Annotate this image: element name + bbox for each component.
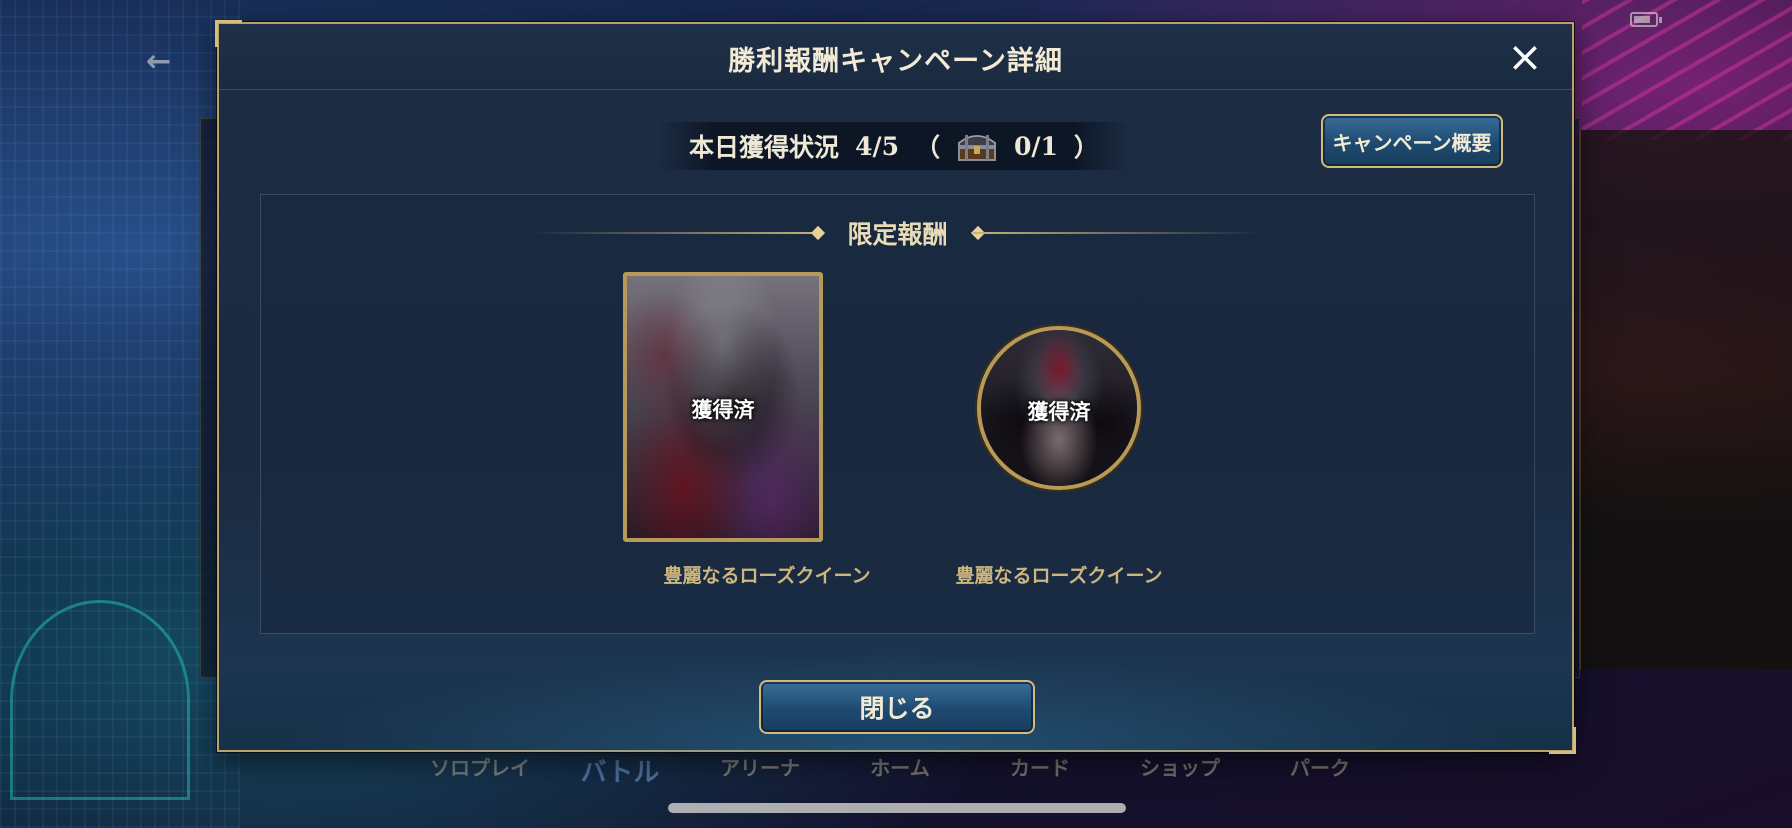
background-side-panel <box>1580 130 1792 670</box>
campaign-overview-button[interactable]: キャンペーン概要 <box>1321 114 1503 168</box>
status-paren-open: （ <box>914 133 940 162</box>
reward-emblem-rose-queen[interactable]: 獲得済 <box>977 326 1141 490</box>
nav-park: パーク <box>1290 756 1350 780</box>
nav-solo-play: ソロプレイ <box>430 756 530 780</box>
acquired-badge: 獲得済 <box>1027 399 1091 424</box>
campaign-detail-dialog: 勝利報酬キャンペーン詳細 × 本日獲得状況 4/5 （ 0/1 ） キャンペーン… <box>215 20 1576 754</box>
nav-battle: バトル <box>580 758 660 788</box>
nav-shop: ショップ <box>1140 756 1220 780</box>
section-heading: 限定報酬 <box>847 220 948 249</box>
status-wins: 4/5 <box>855 131 899 161</box>
dialog-title: 勝利報酬キャンペーン詳細 <box>728 46 1063 77</box>
home-indicator <box>668 803 1126 813</box>
reward-emblem-name: 豊麗なるローズクイーン <box>955 565 1163 587</box>
treasure-chest-icon <box>956 129 998 163</box>
dialog-header: 勝利報酬キャンペーン詳細 × <box>219 24 1572 90</box>
nav-arena: アリーナ <box>720 756 800 780</box>
acquired-badge: 獲得済 <box>691 397 755 422</box>
bottom-navigation: ソロプレイ バトル アリーナ ホーム カード ショップ パーク <box>410 752 1390 796</box>
daily-status-bar: 本日獲得状況 4/5 （ 0/1 ） <box>659 122 1129 170</box>
limited-rewards-panel: 限定報酬 <box>260 194 1535 634</box>
neon-stripes-decoration <box>1582 0 1792 140</box>
nav-home: ホーム <box>870 756 930 780</box>
nav-cards: カード <box>1010 756 1070 780</box>
battery-icon <box>1630 12 1662 27</box>
neon-ring-decoration <box>10 600 190 800</box>
status-label: 本日獲得状況 <box>689 133 840 162</box>
reward-card-rose-queen[interactable]: 獲得済 <box>623 272 823 542</box>
status-paren-close: ） <box>1073 133 1099 162</box>
reward-card-name: 豊麗なるローズクイーン <box>663 565 871 587</box>
back-arrow-icon: ← <box>146 44 172 79</box>
close-icon[interactable]: × <box>1502 34 1548 80</box>
close-button[interactable]: 閉じる <box>759 680 1035 734</box>
heading-divider-right <box>973 232 1261 234</box>
status-chest-count: 0/1 <box>1014 131 1058 161</box>
